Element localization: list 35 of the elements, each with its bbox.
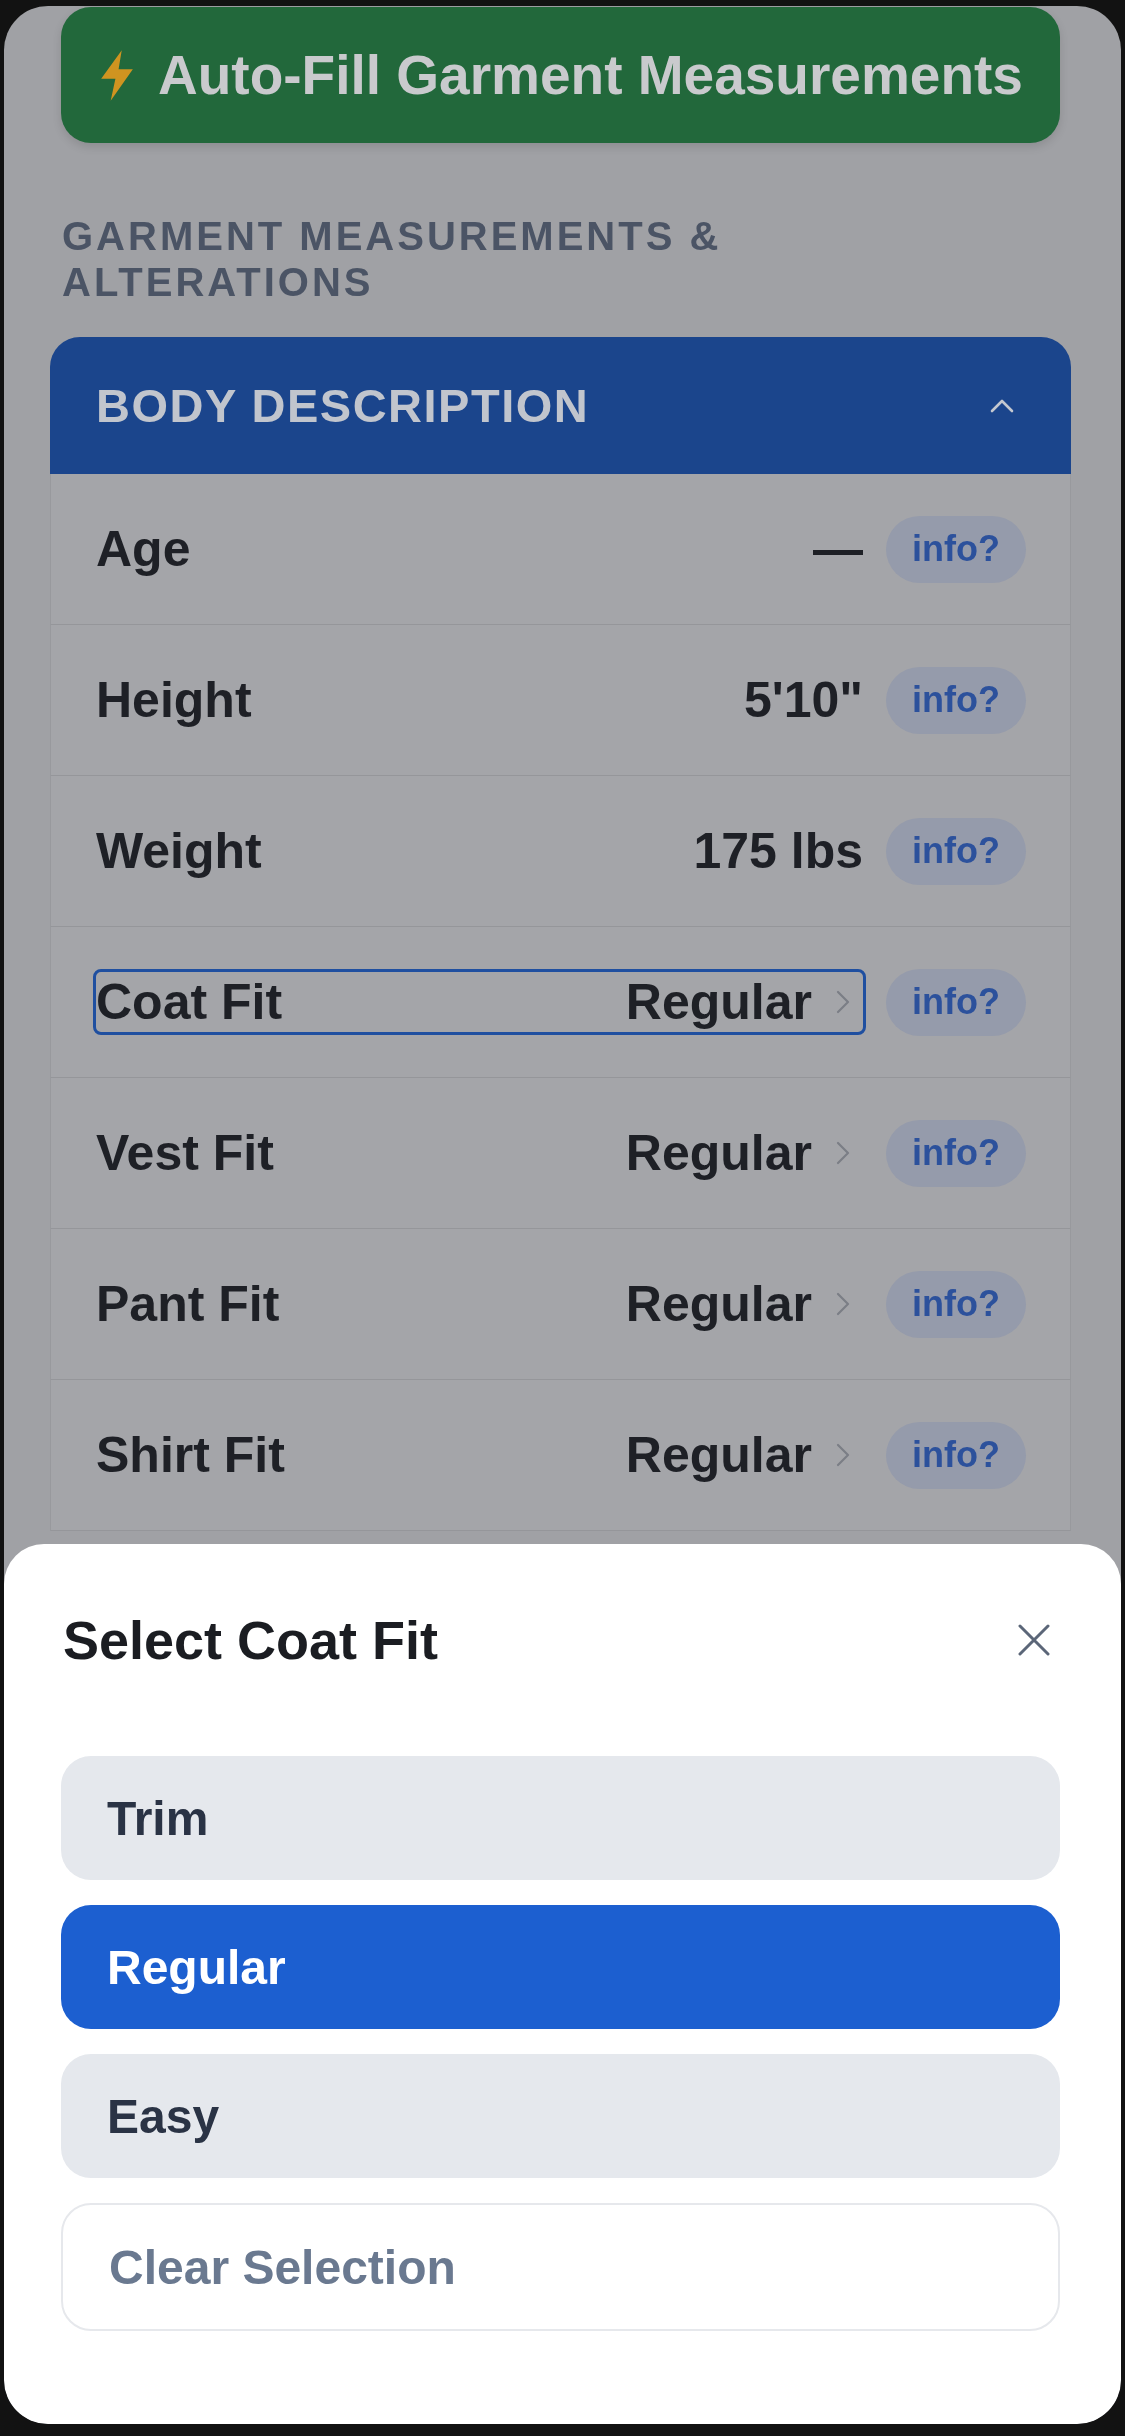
chevron-right-icon xyxy=(836,1292,851,1316)
field-label: Height xyxy=(96,671,253,729)
field-value: Regular xyxy=(625,1275,813,1333)
field-value: — xyxy=(813,520,864,578)
field-value: Regular xyxy=(625,1124,813,1182)
sheet-title: Select Coat Fit xyxy=(63,1609,439,1671)
info-button[interactable]: info? xyxy=(886,1270,1026,1338)
field-label: Weight xyxy=(96,822,263,880)
chevron-right-icon xyxy=(836,1443,851,1467)
field-label: Age xyxy=(96,520,192,578)
option-button[interactable]: Regular xyxy=(61,1905,1060,2029)
accordion-header[interactable]: BODY DESCRIPTION xyxy=(50,337,1071,474)
field-value: 175 lbs xyxy=(693,822,864,880)
info-button[interactable]: info? xyxy=(886,817,1026,885)
chevron-right-icon xyxy=(836,990,851,1014)
field-value: 5'10" xyxy=(744,671,864,729)
info-button[interactable]: info? xyxy=(886,666,1026,734)
field-label: Vest Fit xyxy=(96,1124,275,1182)
info-button[interactable]: info? xyxy=(886,968,1026,1036)
close-icon xyxy=(1018,1624,1050,1656)
autofill-button[interactable]: Auto-Fill Garment Measurements xyxy=(61,7,1060,143)
field-label: Shirt Fit xyxy=(96,1426,286,1484)
info-button[interactable]: info? xyxy=(886,1421,1026,1489)
option-button[interactable]: Trim xyxy=(61,1756,1060,1880)
chevron-right-icon xyxy=(836,1141,851,1165)
field-label: Pant Fit xyxy=(96,1275,281,1333)
close-button[interactable] xyxy=(1018,1624,1050,1656)
option-button[interactable]: Easy xyxy=(61,2054,1060,2178)
section-heading: GARMENT MEASUREMENTS & ALTERATIONS xyxy=(62,213,723,305)
field-value: Regular xyxy=(625,1426,813,1484)
field-value: Regular xyxy=(625,973,813,1031)
field-label: Coat Fit xyxy=(96,973,284,1031)
info-button[interactable]: info? xyxy=(886,1119,1026,1187)
clear-selection-button[interactable]: Clear Selection xyxy=(61,2203,1060,2331)
info-button[interactable]: info? xyxy=(886,515,1026,583)
